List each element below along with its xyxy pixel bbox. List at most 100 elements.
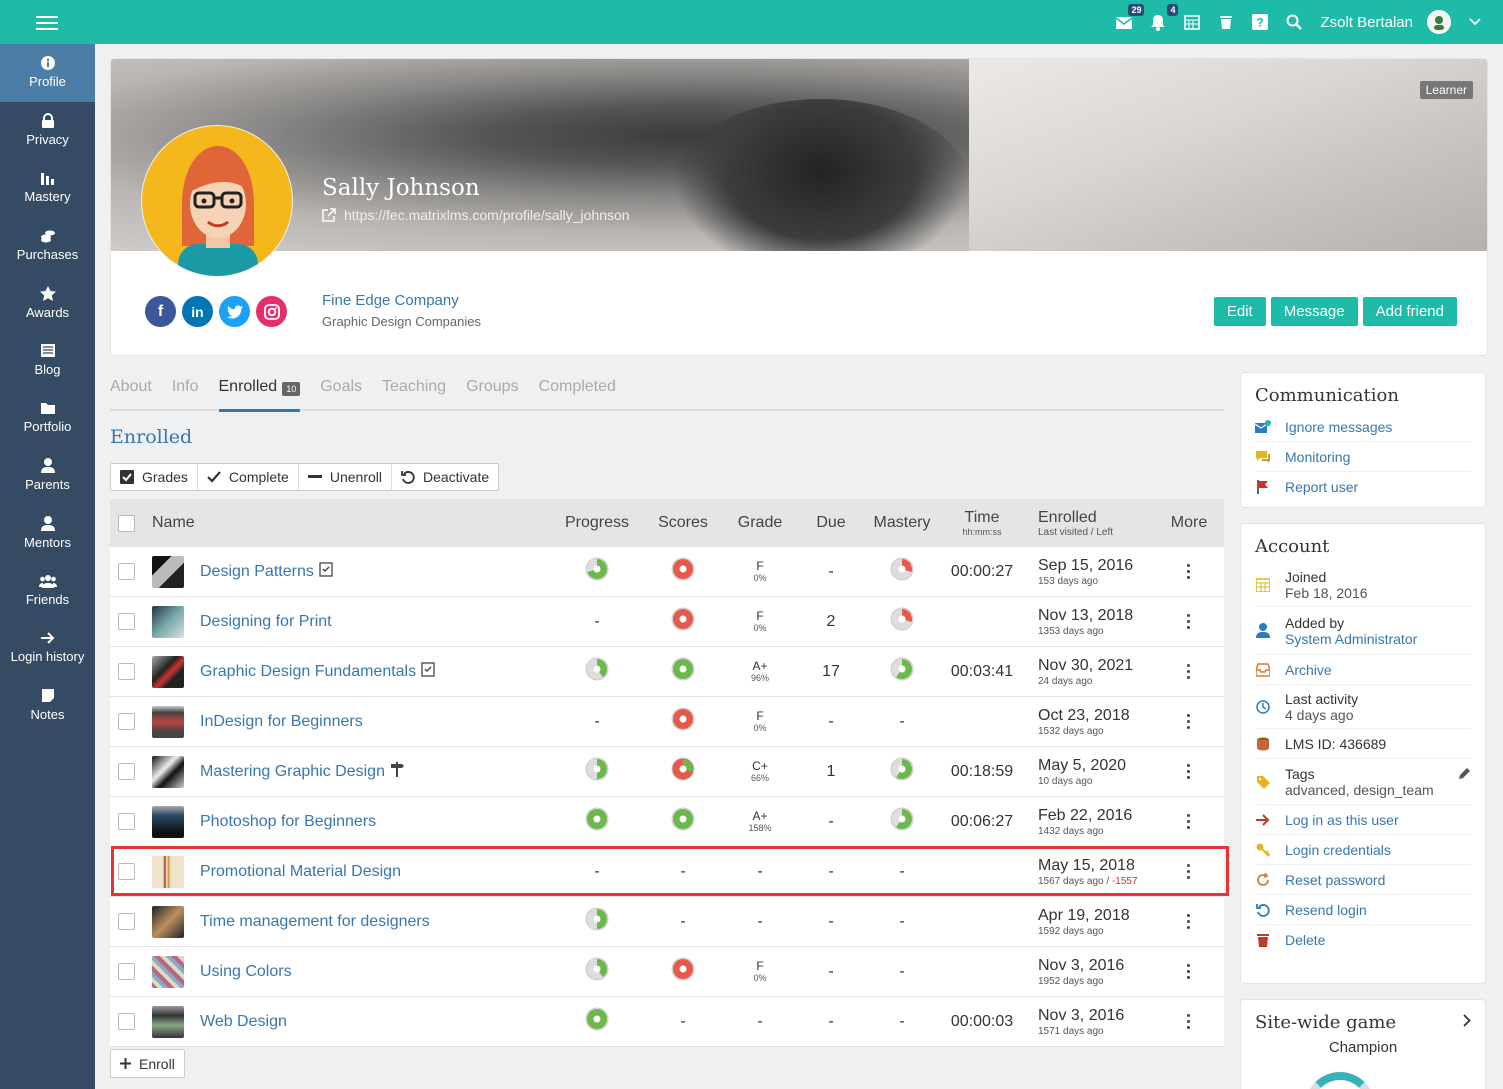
twitter-icon[interactable] [219, 296, 250, 327]
header-enrolled[interactable]: Enrolled Last visited / Left [1026, 509, 1156, 538]
more-options-icon[interactable] [1187, 1014, 1191, 1029]
unenroll-button[interactable]: Unenroll [299, 464, 392, 490]
more-options-icon[interactable] [1187, 764, 1191, 779]
messages-icon[interactable]: 29 [1114, 4, 1145, 32]
more-options-icon[interactable] [1187, 564, 1191, 579]
course-name-link[interactable]: Web Design [200, 1013, 287, 1031]
grades-button[interactable]: Grades [111, 464, 198, 490]
more-options-icon[interactable] [1187, 814, 1191, 829]
tab-groups[interactable]: Groups [466, 376, 518, 411]
sidebar-item-profile[interactable]: Profile [0, 44, 95, 102]
row-checkbox[interactable] [117, 963, 135, 980]
course-thumbnail[interactable] [152, 855, 184, 888]
chevron-down-icon[interactable] [1465, 12, 1485, 32]
more-options-icon[interactable] [1187, 614, 1191, 629]
course-thumbnail[interactable] [152, 905, 184, 938]
more-options-icon[interactable] [1187, 914, 1191, 929]
profile-url[interactable]: https://fec.matrixlms.com/profile/sally_… [322, 207, 630, 223]
resend-login-link[interactable]: Resend login [1255, 895, 1471, 925]
reset-password-link[interactable]: Reset password [1255, 865, 1471, 895]
course-name-link[interactable]: Mastering Graphic Design [200, 763, 385, 781]
trash-icon[interactable] [1216, 12, 1236, 32]
sidebar-item-blog[interactable]: Blog [0, 332, 95, 390]
complete-button[interactable]: Complete [198, 464, 299, 490]
course-thumbnail[interactable] [152, 805, 184, 838]
row-checkbox[interactable] [117, 763, 135, 780]
tab-info[interactable]: Info [172, 376, 199, 411]
course-name-link[interactable]: InDesign for Beginners [200, 713, 363, 731]
tab-enrolled[interactable]: Enrolled 10 [218, 376, 301, 412]
course-thumbnail[interactable] [152, 705, 184, 738]
tab-teaching[interactable]: Teaching [382, 376, 446, 411]
course-thumbnail[interactable] [152, 555, 184, 588]
calendar-icon[interactable] [1182, 12, 1202, 32]
header-due[interactable]: Due [796, 514, 866, 532]
sidebar-item-mastery[interactable]: Mastery [0, 159, 95, 217]
sidebar-item-awards[interactable]: Awards [0, 274, 95, 332]
chevron-right-icon[interactable] [1463, 1013, 1471, 1032]
header-progress[interactable]: Progress [552, 514, 642, 532]
row-checkbox[interactable] [117, 713, 135, 730]
ignore-messages-link[interactable]: Ignore messages [1255, 412, 1471, 442]
more-options-icon[interactable] [1187, 714, 1191, 729]
login-as-user-link[interactable]: Log in as this user [1255, 805, 1471, 835]
row-checkbox[interactable] [117, 563, 135, 580]
monitoring-link[interactable]: Monitoring [1255, 442, 1471, 472]
enroll-button[interactable]: Enroll [110, 1049, 185, 1078]
row-checkbox[interactable] [117, 913, 135, 930]
user-name[interactable]: Zsolt Bertalan [1320, 14, 1413, 31]
tab-about[interactable]: About [110, 376, 152, 411]
header-mastery[interactable]: Mastery [866, 514, 938, 532]
report-user-link[interactable]: Report user [1255, 472, 1471, 502]
course-name-link[interactable]: Promotional Material Design [200, 863, 401, 881]
sidebar-item-login-history[interactable]: Login history [0, 619, 95, 677]
added-by-link[interactable]: System Administrator [1285, 631, 1417, 647]
course-name-link[interactable]: Designing for Print [200, 613, 332, 631]
select-all-checkbox[interactable] [117, 514, 135, 532]
hamburger-menu-icon[interactable] [36, 12, 58, 32]
more-options-icon[interactable] [1187, 964, 1191, 979]
sidebar-item-notes[interactable]: Notes [0, 677, 95, 735]
bell-icon[interactable]: 4 [1148, 4, 1179, 32]
sidebar-item-friends[interactable]: Friends [0, 562, 95, 620]
company-name[interactable]: Fine Edge Company [322, 292, 481, 309]
instagram-icon[interactable] [256, 296, 287, 327]
row-checkbox[interactable] [117, 663, 135, 680]
course-thumbnail[interactable] [152, 655, 184, 688]
header-scores[interactable]: Scores [642, 514, 724, 532]
edit-button[interactable]: Edit [1213, 297, 1266, 326]
user-avatar[interactable] [1427, 10, 1451, 34]
header-grade[interactable]: Grade [724, 514, 796, 532]
header-name[interactable]: Name [142, 514, 552, 532]
more-options-icon[interactable] [1187, 664, 1191, 679]
help-icon[interactable]: ? [1250, 12, 1270, 32]
course-name-link[interactable]: Using Colors [200, 963, 292, 981]
sidebar-item-purchases[interactable]: Purchases [0, 217, 95, 275]
delete-link[interactable]: Delete [1255, 925, 1471, 955]
course-name-link[interactable]: Graphic Design Fundamentals [200, 663, 416, 681]
pencil-icon[interactable] [1458, 767, 1471, 783]
tab-completed[interactable]: Completed [539, 376, 616, 411]
facebook-icon[interactable]: f [145, 296, 176, 327]
header-time[interactable]: Time hh:mm:ss [938, 509, 1026, 537]
row-checkbox[interactable] [117, 613, 135, 630]
tab-goals[interactable]: Goals [320, 376, 362, 411]
search-icon[interactable] [1284, 12, 1304, 32]
message-button[interactable]: Message [1270, 297, 1358, 326]
sidebar-item-portfolio[interactable]: Portfolio [0, 389, 95, 447]
linkedin-icon[interactable]: in [182, 296, 213, 327]
login-credentials-link[interactable]: Login credentials [1255, 835, 1471, 865]
course-thumbnail[interactable] [152, 755, 184, 788]
sidebar-item-parents[interactable]: Parents [0, 447, 95, 505]
sidebar-item-mentors[interactable]: Mentors [0, 504, 95, 562]
archive-link[interactable]: Archive [1255, 655, 1471, 685]
row-checkbox[interactable] [117, 813, 135, 830]
more-options-icon[interactable] [1187, 864, 1191, 879]
course-name-link[interactable]: Time management for designers [200, 913, 430, 931]
add-friend-button[interactable]: Add friend [1362, 297, 1457, 326]
course-thumbnail[interactable] [152, 955, 184, 988]
deactivate-button[interactable]: Deactivate [392, 464, 498, 490]
sidebar-item-privacy[interactable]: Privacy [0, 102, 95, 160]
course-name-link[interactable]: Photoshop for Beginners [200, 813, 376, 831]
course-thumbnail[interactable] [152, 605, 184, 638]
